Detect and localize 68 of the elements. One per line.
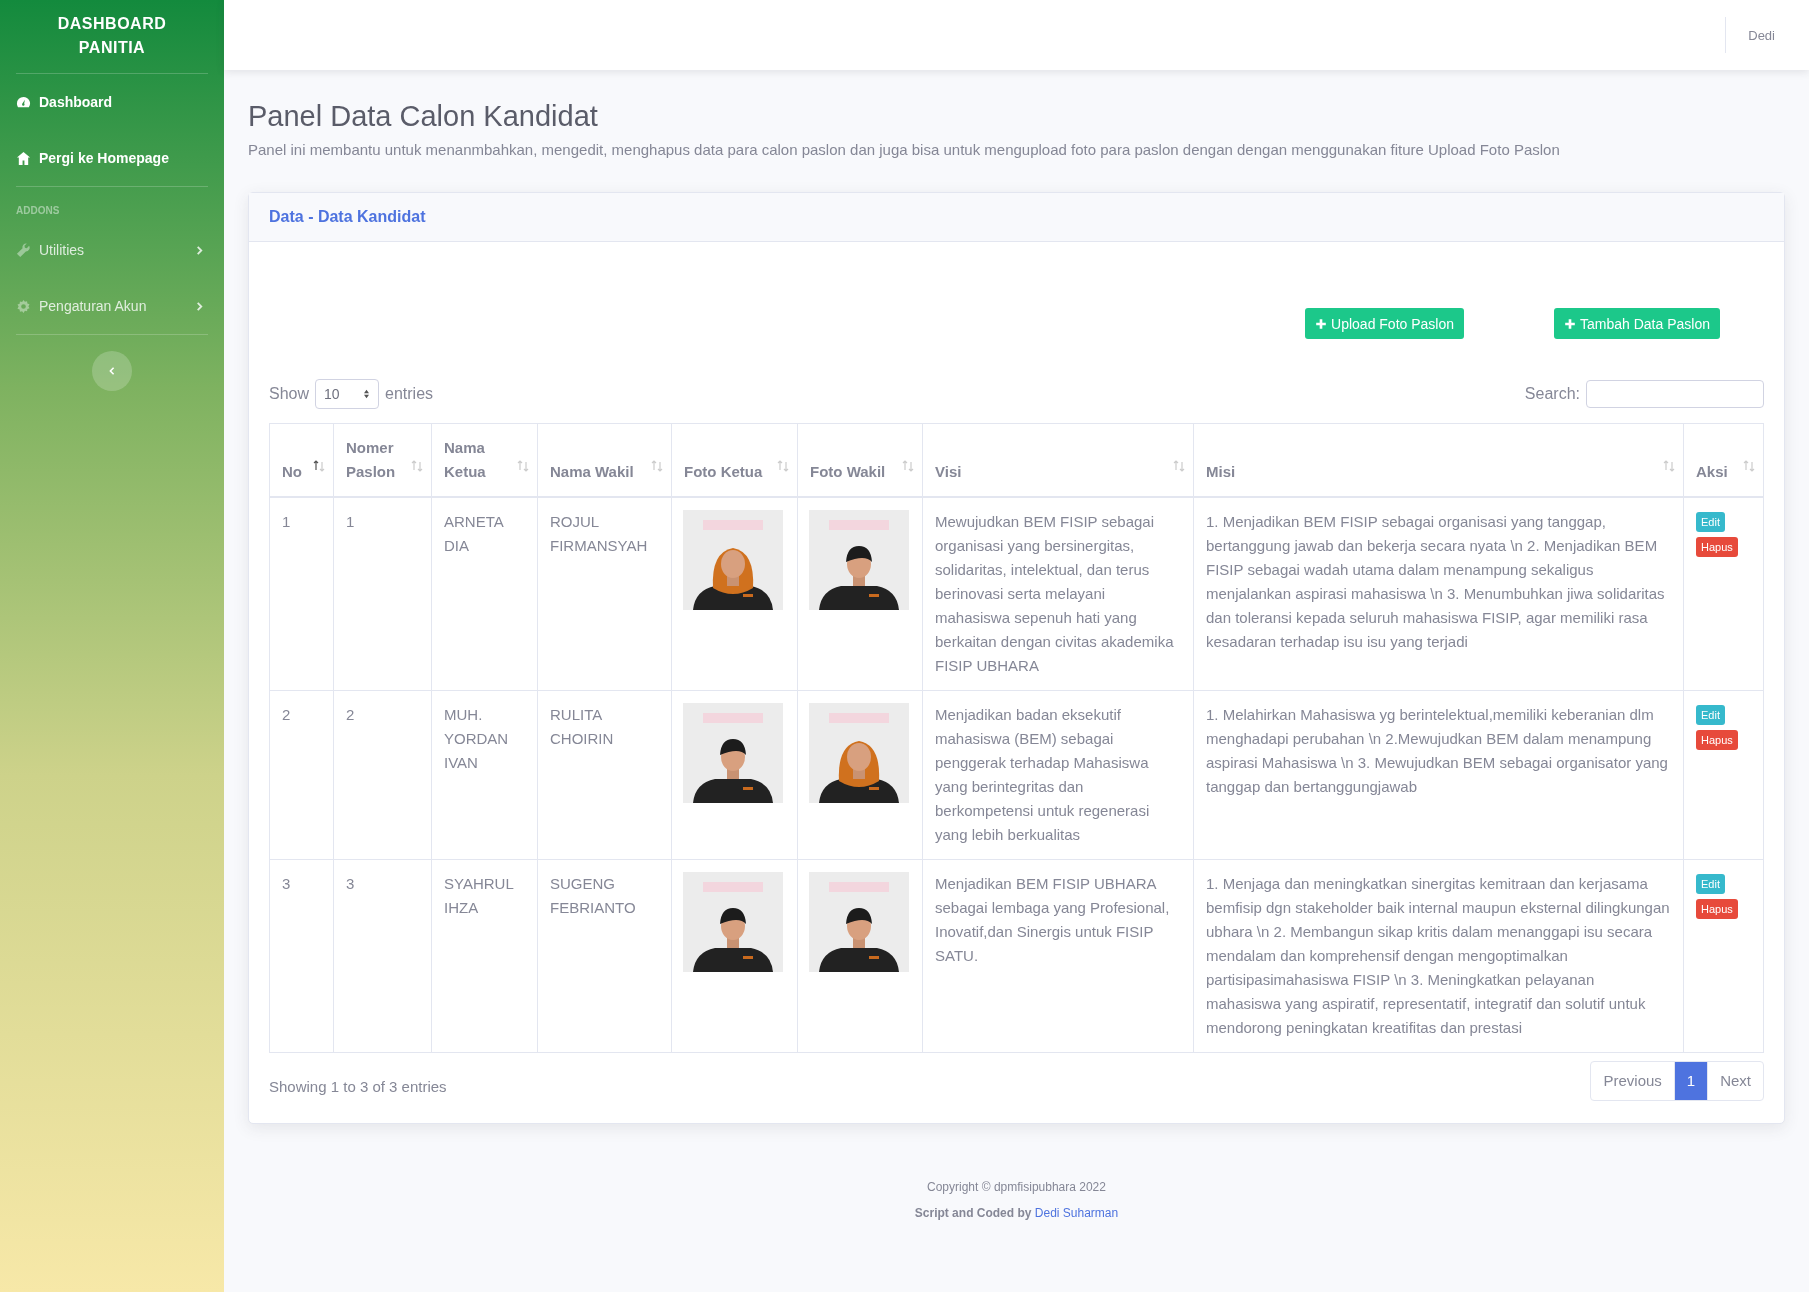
sidebar-toggle-button[interactable] <box>92 351 132 391</box>
sidebar-item[interactable]: Pengaturan Akun <box>16 278 208 334</box>
table-cell: 1. Menjadikan BEM FISIP sebagai organisasi yang tanggap, bertanggung jawab dan bekerja secara nyata \n 2. Menjadikan BEM FISIP sebagai wadah utama dalam menampung sekaligus menjalankan aspirasi mahasiswa \n 3. Menumbuhkan jiwa solidaritas dan toleransi kepada seluruh mahasiswa FISIP, agar memiliki rasa kesadaran terhadap isu isu yang terjadi <box>1193 497 1684 691</box>
table-cell: 3 <box>269 859 334 1053</box>
column-header[interactable]: Nomer Paslon <box>333 423 432 497</box>
table-cell: Menjadikan badan eksekutif mahasiswa (BEM) sebagai penggerak terhadap Mahasiswa yang berintegritas dan berkompetensi untuk regenerasi yang lebih berkualitas <box>922 690 1194 860</box>
user-name[interactable]: Dedi <box>1748 27 1775 43</box>
table-cell: ARNETA DIA <box>431 497 538 691</box>
column-header[interactable]: Aksi <box>1683 423 1764 497</box>
search-label: Search: <box>1524 385 1580 403</box>
chevron-left-icon <box>108 367 116 375</box>
search-field[interactable] <box>1586 380 1764 408</box>
table-info: Showing 1 to 3 of 3 entries <box>269 1076 447 1095</box>
gear-icon <box>16 298 31 314</box>
delete-button[interactable]: Hapus <box>1696 537 1738 557</box>
table-cell: 1 <box>333 497 432 691</box>
table-cell: 2 <box>333 690 432 860</box>
page-link[interactable]: Next <box>1707 1062 1763 1100</box>
edit-button[interactable]: Edit <box>1696 874 1725 894</box>
delete-button[interactable]: Hapus <box>1696 730 1738 750</box>
table-cell: RULITA CHOIRIN <box>537 690 672 860</box>
table-cell: 1. Melahirkan Mahasiswa yg berintelektual,memiliki keberanian dlm menghadapi perubahan \n 2.Mewujudkan BEM dalam menampung aspirasi Mahasiswa \n 3. Mewujudkan BEM sebagai organisator yang tanggap dan bertanggungjawab <box>1193 690 1684 860</box>
add-button[interactable]: Upload Foto Paslon <box>1305 308 1465 339</box>
show-label: Show <box>269 385 310 403</box>
delete-button[interactable]: Hapus <box>1696 899 1738 919</box>
table-cell: 2 <box>269 690 334 860</box>
credit-text: Script and Coded by Dedi Suharman <box>914 1206 1119 1220</box>
edit-button[interactable]: Edit <box>1696 705 1725 725</box>
table-cell: Menjadikan BEM FISIP UBHARA sebagai lembaga yang Profesional, Inovatif,dan Sinergis untuk FISIP SATU. <box>922 859 1194 1053</box>
add-button[interactable]: Tambah Data Paslon <box>1554 308 1720 339</box>
brand-title: DASHBOARD PANITIA <box>56 14 168 58</box>
wrench-icon <box>16 242 31 258</box>
sidebar-item[interactable]: Dashboard <box>16 74 208 130</box>
plus-icon <box>1315 317 1328 330</box>
entries-label: entries <box>385 385 434 403</box>
chevron-right-icon <box>195 245 204 255</box>
entries-select[interactable]: 10 <box>315 379 380 409</box>
chevron-right-icon <box>195 301 204 311</box>
table-cell: ROJUL FIRMANSYAH <box>537 497 672 691</box>
sidebar-item[interactable]: Pergi ke Homepage <box>16 130 208 186</box>
table-cell: MUH. YORDAN IVAN <box>431 690 538 860</box>
column-header[interactable]: Foto Ketua <box>671 423 798 497</box>
edit-button[interactable]: Edit <box>1696 512 1725 532</box>
home-icon <box>16 150 31 166</box>
table-cell: SYAHRUL IHZA <box>431 859 538 1053</box>
column-header[interactable]: Misi <box>1193 423 1684 497</box>
table-cell: SUGENG FEBRIANTO <box>537 859 672 1053</box>
column-header[interactable]: Nama Wakil <box>537 423 672 497</box>
select-arrows-icon <box>363 389 371 399</box>
gauge-icon <box>16 94 31 110</box>
table-cell: 1. Menjaga dan meningkatkan sinergitas kemitraan dan kerjasama bemfisip dgn stakeholder baik internal maupun eksternal dilingkungan ubhara \n 2. Membangun sikap kritis dalam menanggapi isu secara mendalam dan komprehensif dengan mengoptimalkan partisipasimahasiswa FISIP \n 3. Meningkatkan pelayanan mahasiswa yang aspiratif, representatif, integratif dan solutif untuk mendorong peningkatan kreatifitas dan prestasi <box>1193 859 1684 1053</box>
table-cell: Mewujudkan BEM FISIP sebagai organisasi yang bersinergitas, solidaritas, intelektual, dan terus berinovasi serta melayani mahasiswa sepenuh hati yang berkaitan dengan civitas akademika FISIP UBHARA <box>922 497 1194 691</box>
column-header[interactable]: Visi <box>922 423 1194 497</box>
page-description: Panel ini membantu untuk menanmbahkan, mengedit, menghapus data para calon paslon dan juga bisa untuk mengupload foto para paslon dengan dengan menggunakan fiture Upload Foto Paslon <box>248 141 1561 158</box>
sidebar-heading: ADDONS <box>16 204 61 218</box>
page-title: Panel Data Calon Kandidat <box>248 100 599 133</box>
card-title: Data - Data Kandidat <box>269 208 426 225</box>
column-header[interactable]: Nama Ketua <box>431 423 538 497</box>
plus-icon <box>1564 317 1577 330</box>
table-cell: 1 <box>269 497 334 691</box>
column-header[interactable]: No <box>269 423 334 497</box>
column-header[interactable]: Foto Wakil <box>797 423 923 497</box>
table-cell: 3 <box>333 859 432 1053</box>
author-link[interactable]: Dedi Suharman <box>1034 1206 1119 1220</box>
page-link[interactable]: Previous <box>1591 1062 1674 1100</box>
page-link[interactable]: 1 <box>1673 1062 1708 1100</box>
copyright-text: Copyright © dpmfisipubhara 2022 <box>927 1180 1106 1194</box>
sidebar-item[interactable]: Utilities <box>16 222 208 278</box>
